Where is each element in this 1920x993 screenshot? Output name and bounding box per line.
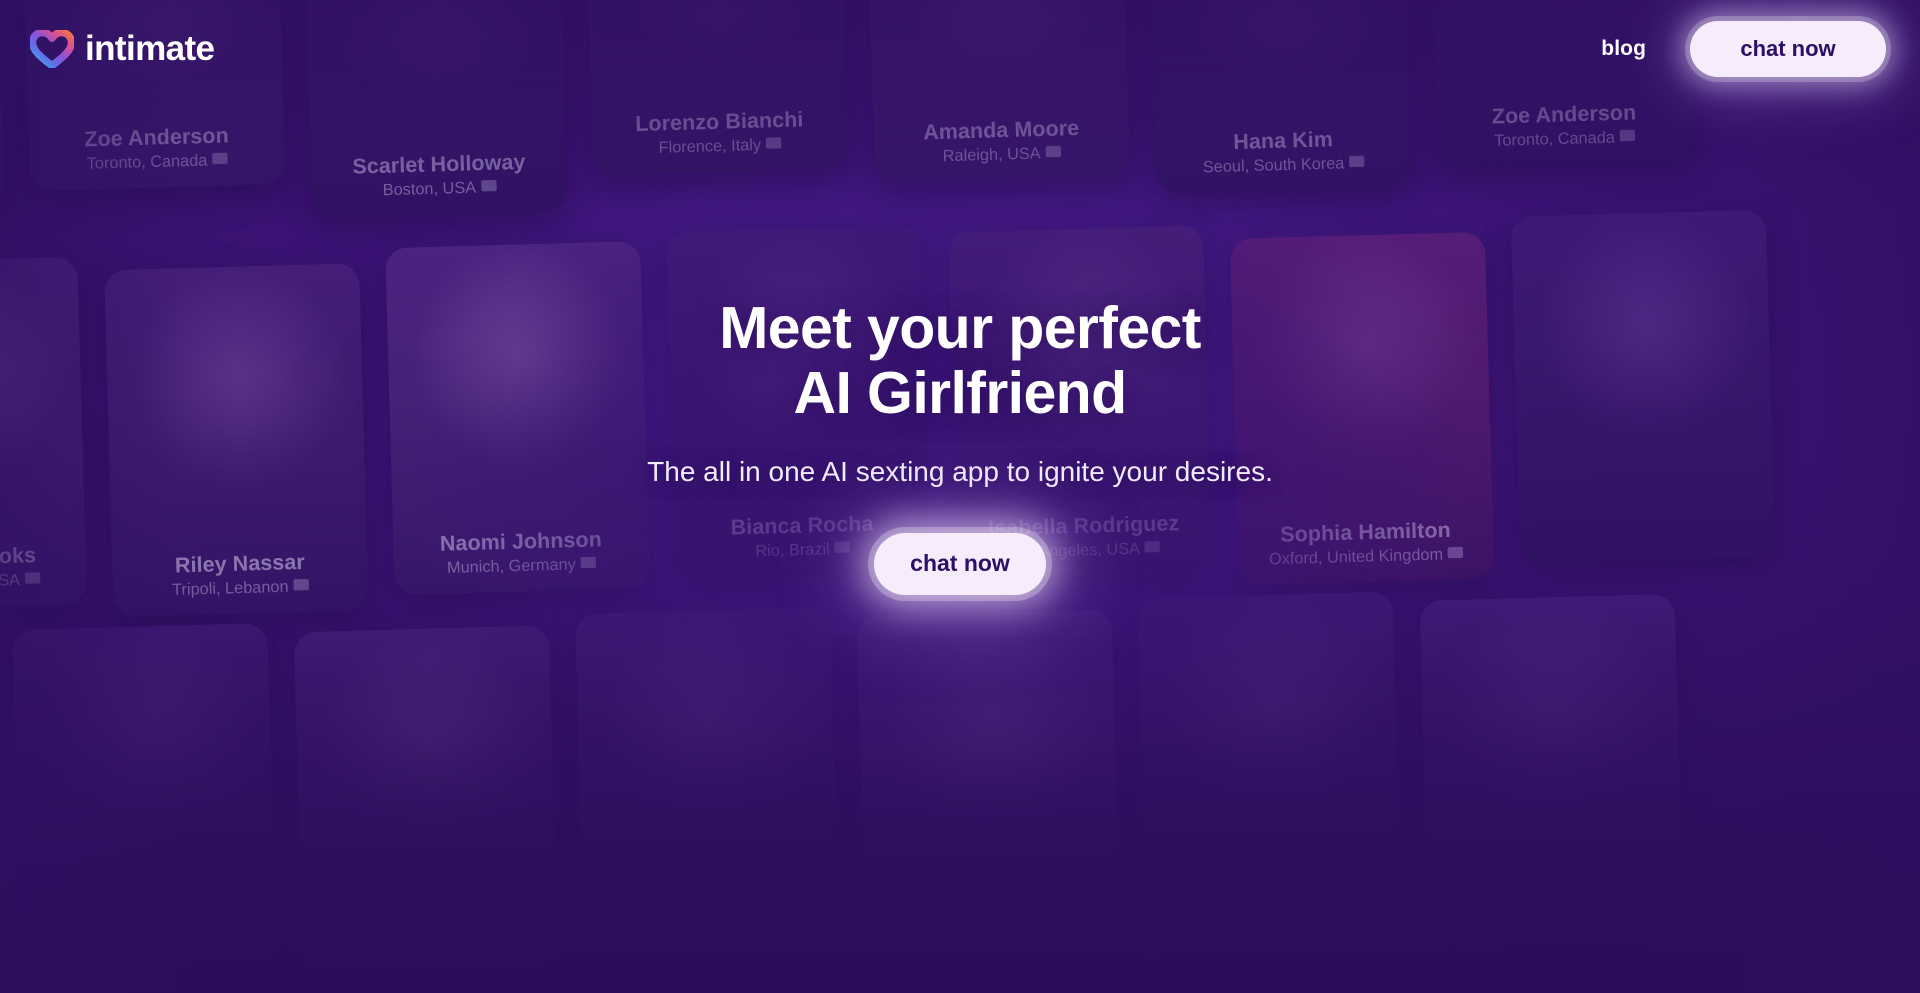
profile-photo-tint (293, 625, 559, 969)
profile-caption: Amanda Moore Raleigh, USA (873, 116, 1129, 170)
profile-card[interactable] (293, 625, 559, 969)
de-flag-icon (580, 556, 597, 569)
us-flag-icon (480, 179, 497, 192)
hero-title: Meet your perfect AI Girlfriend (600, 296, 1320, 426)
profile-name: Riley Nassar (174, 550, 306, 578)
profile-photo-tint (1419, 593, 1684, 938)
profile-name: Amanda Moore (922, 116, 1080, 145)
profile-caption: Allison TaylorAustin, USA (0, 147, 4, 201)
profile-caption: Hana Kim Seoul, South Korea (1155, 126, 1411, 180)
profile-card[interactable] (574, 607, 840, 951)
gb-flag-icon (1447, 546, 1464, 559)
profile-caption: Zoe Anderson Toronto, Canada (29, 123, 285, 177)
hero-title-line-2: AI Girlfriend (793, 359, 1127, 426)
hero-title-line-1: Meet your perfect (719, 295, 1201, 361)
header-chat-now-button[interactable]: chat now (1690, 21, 1886, 77)
nav-link-blog[interactable]: blog (1601, 37, 1646, 61)
us-flag-icon (24, 572, 41, 584)
gradient-heart-icon (28, 28, 76, 70)
profile-name: Lorenzo Bianchi (634, 108, 804, 137)
profile-photo-tint (12, 622, 277, 967)
us-flag-icon (1045, 145, 1062, 158)
profile-caption: Riley Nassar Tripoli, Lebanon (112, 549, 368, 603)
profile-caption: Marcus BrooksNew York City, USA (0, 543, 87, 597)
profile-caption: Zoe Anderson Toronto, Canada (1436, 100, 1692, 154)
ca-flag-icon (212, 152, 228, 165)
profile-card[interactable] (856, 609, 1121, 954)
ca-flag-icon (1619, 129, 1636, 142)
profile-name: Zoe Anderson (84, 124, 230, 152)
hero-section: Meet your perfect AI Girlfriend The all … (600, 296, 1320, 595)
profile-card[interactable]: Riley Nassar Tripoli, Lebanon (104, 263, 369, 618)
profile-caption: Lorenzo Bianchi Florence, Italy (592, 107, 848, 161)
lb-flag-icon (293, 579, 310, 591)
header-nav: blog chat now (1601, 21, 1886, 77)
profile-card[interactable] (12, 622, 277, 967)
site-header: intimate blog chat now (0, 0, 1920, 98)
landing-page: Allison TaylorAustin, USA Zoe AndersonTor… (0, 0, 1920, 993)
profile-name: Scarlet Holloway (352, 150, 526, 180)
it-flag-icon (765, 137, 782, 149)
profile-card[interactable] (1419, 593, 1684, 938)
hero-subtitle: The all in one AI sexting app to ignite … (647, 455, 1273, 487)
profile-photo-tint (1510, 209, 1776, 564)
profile-caption: Scarlet Holloway Boston, USA (311, 150, 567, 204)
profile-name: Hana Kim (1233, 128, 1334, 155)
brand-logo[interactable]: intimate (28, 28, 215, 70)
profile-photo-tint (1137, 591, 1403, 936)
profile-card[interactable] (1137, 591, 1403, 936)
kr-flag-icon (1349, 155, 1365, 168)
profile-card-row (0, 584, 1684, 985)
profile-photo-tint (856, 609, 1121, 954)
profile-card[interactable]: Marcus BrooksNew York City, USA (0, 256, 87, 611)
brand-name: intimate (85, 29, 215, 68)
profile-card[interactable] (1510, 209, 1776, 564)
hero-chat-now-button[interactable]: chat now (874, 532, 1046, 595)
profile-photo-tint (574, 607, 840, 951)
profile-name: Zoe Anderson (1491, 101, 1637, 129)
